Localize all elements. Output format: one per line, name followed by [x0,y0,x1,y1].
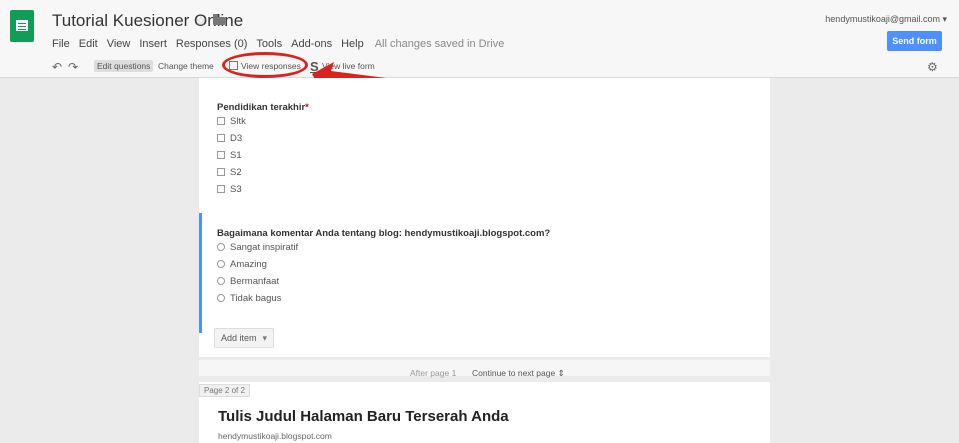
checkbox-icon [217,151,225,159]
question-2-option[interactable]: Tidak bagus [217,293,281,304]
page-2-description[interactable]: hendymustikoaji.blogspot.com [218,431,332,441]
question-1-option[interactable]: S3 [217,184,242,195]
question-2-option[interactable]: Amazing [217,259,267,270]
active-question-indicator [199,213,202,333]
star-icon[interactable]: ☆ [195,13,207,29]
form-page-1: Pendidikan terakhir* Sltk D3 S1 S2 S3 Ba… [199,78,770,357]
checkbox-icon [217,134,225,142]
question-1-title[interactable]: Pendidikan terakhir* [217,102,309,113]
chevron-down-icon: ⇕ [557,368,565,378]
menu-view[interactable]: View [107,38,131,50]
highlight-circle [222,52,308,78]
send-form-button[interactable]: Send form [887,31,942,51]
sheet-glyph [16,20,28,31]
checkbox-icon [217,185,225,193]
toolbar: ↶ ↷ Edit questions Change theme View res… [0,58,959,78]
edit-questions-button[interactable]: Edit questions [94,60,154,72]
checkbox-icon [217,117,225,125]
forms-logo-icon[interactable] [10,10,34,42]
undo-icon[interactable]: ↶ [52,60,62,74]
question-1-option[interactable]: Sltk [217,116,246,127]
account-menu[interactable]: hendymustikoaji@gmail.com ▾ [825,14,947,25]
after-page-label: After page 1 [410,368,457,378]
question-2-option[interactable]: Bermanfaat [217,276,279,287]
question-2-option[interactable]: Sangat inspiratif [217,242,298,253]
menu-edit[interactable]: Edit [79,38,98,50]
menu-help[interactable]: Help [341,38,364,50]
menu-tools[interactable]: Tools [256,38,282,50]
add-item-button[interactable]: Add item ▾ [214,328,275,348]
radio-icon [217,294,225,302]
page-navigation-select[interactable]: Continue to next page ⇕ [472,368,565,379]
page-indicator: Page 2 of 2 [199,384,250,397]
radio-icon [217,277,225,285]
menu-addons[interactable]: Add-ons [291,38,332,50]
radio-icon [217,243,225,251]
app-header: Tutorial Kuesioner Online ☆ File Edit Vi… [0,0,959,58]
menu-responses[interactable]: Responses (0) [176,38,248,50]
radio-icon [217,260,225,268]
form-editor-canvas[interactable]: Pendidikan terakhir* Sltk D3 S1 S2 S3 Ba… [0,78,959,443]
page-2-title[interactable]: Tulis Judul Halaman Baru Terserah Anda [218,408,509,425]
question-1-option[interactable]: D3 [217,133,242,144]
gear-icon[interactable]: ⚙ [927,60,938,74]
checkbox-icon [217,168,225,176]
chevron-down-icon: ▾ [262,333,268,343]
change-theme-button[interactable]: Change theme [158,61,214,71]
question-1-option[interactable]: S1 [217,150,242,161]
save-status[interactable]: All changes saved in Drive [375,38,505,50]
question-1-option[interactable]: S2 [217,167,242,178]
menu-bar: File Edit View Insert Responses (0) Tool… [52,38,513,50]
menu-insert[interactable]: Insert [139,38,167,50]
question-2-title[interactable]: Bagaimana komentar Anda tentang blog: he… [217,228,550,239]
menu-file[interactable]: File [52,38,70,50]
folder-icon[interactable] [213,14,225,25]
redo-icon[interactable]: ↷ [68,60,78,74]
